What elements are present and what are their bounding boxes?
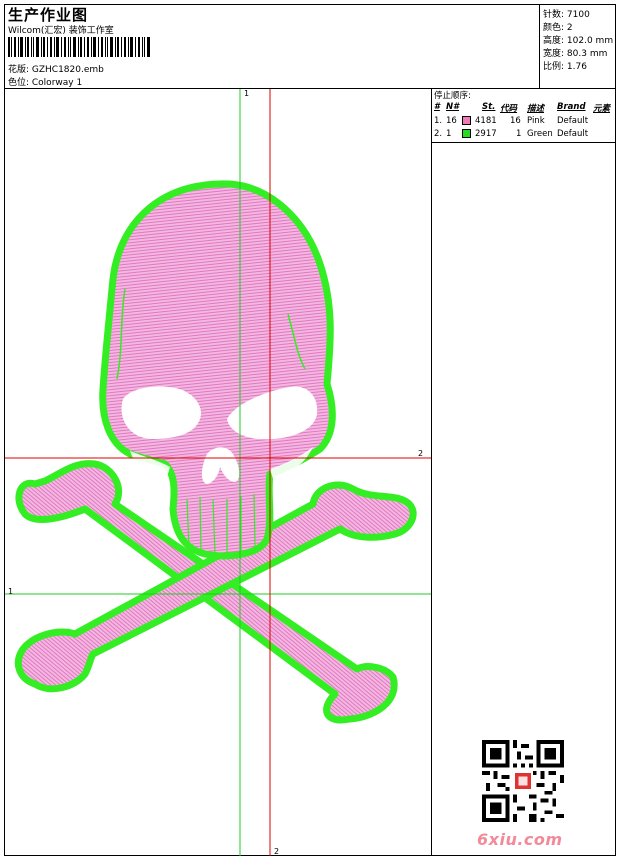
row-code: 2917 bbox=[475, 129, 497, 139]
col-code: 代码 bbox=[500, 104, 518, 114]
colorway: 色位: Colorway 1 bbox=[8, 78, 83, 88]
col-st: St. bbox=[482, 102, 496, 112]
design-file: 花版: GZHC1820.emb bbox=[8, 65, 104, 75]
stat-scale: 比例: 1.76 bbox=[543, 62, 587, 72]
col-index: # bbox=[434, 102, 440, 112]
software-name: Wilcom(汇宏) 装饰工作室 bbox=[8, 26, 114, 36]
row-brand: Default bbox=[557, 116, 589, 126]
guide-label-red-right: 2 bbox=[418, 449, 424, 458]
row-code: 4181 bbox=[475, 116, 497, 126]
col-needle: N# bbox=[446, 102, 460, 112]
stat-stitches: 针数: 7100 bbox=[543, 10, 590, 20]
color-swatch bbox=[462, 116, 471, 125]
stop-sequence-heading: 停止顺序: bbox=[434, 91, 471, 101]
col-brand: Brand bbox=[557, 102, 586, 112]
col-element: 元素 bbox=[593, 104, 611, 114]
col-desc: 描述 bbox=[527, 104, 545, 114]
page-title: 生产作业图 bbox=[8, 6, 89, 24]
row-desc: Pink bbox=[527, 116, 545, 126]
left-eye-socket bbox=[121, 386, 201, 439]
guide-label-red-bottom: 2 bbox=[274, 847, 280, 856]
guide-label-green-left: 1 bbox=[8, 587, 14, 596]
stat-width: 宽度: 80.3 mm bbox=[543, 49, 608, 59]
row-index: 1. bbox=[434, 116, 443, 126]
row-st: 16 bbox=[510, 116, 521, 126]
row-desc: Green bbox=[527, 129, 553, 139]
stat-colors: 颜色: 2 bbox=[543, 23, 573, 33]
row-brand: Default bbox=[557, 129, 589, 139]
row-needle: 16 bbox=[446, 116, 457, 126]
color-swatch bbox=[462, 129, 471, 138]
stat-height: 高度: 102.0 mm bbox=[543, 36, 614, 46]
qr-code bbox=[482, 740, 564, 822]
watermark-logo: 6xiu.com bbox=[477, 830, 563, 849]
skull-cranium bbox=[99, 180, 336, 560]
guide-label-green-top: 1 bbox=[244, 89, 250, 98]
row-needle: 1 bbox=[446, 129, 452, 139]
barcode bbox=[8, 37, 150, 57]
row-index: 2. bbox=[434, 129, 443, 139]
skull bbox=[99, 180, 336, 560]
design-canvas bbox=[5, 89, 431, 856]
stats-divider bbox=[539, 4, 540, 88]
panel-divider bbox=[431, 88, 432, 856]
table-bottom-divider bbox=[431, 142, 616, 143]
row-st: 1 bbox=[516, 129, 522, 139]
